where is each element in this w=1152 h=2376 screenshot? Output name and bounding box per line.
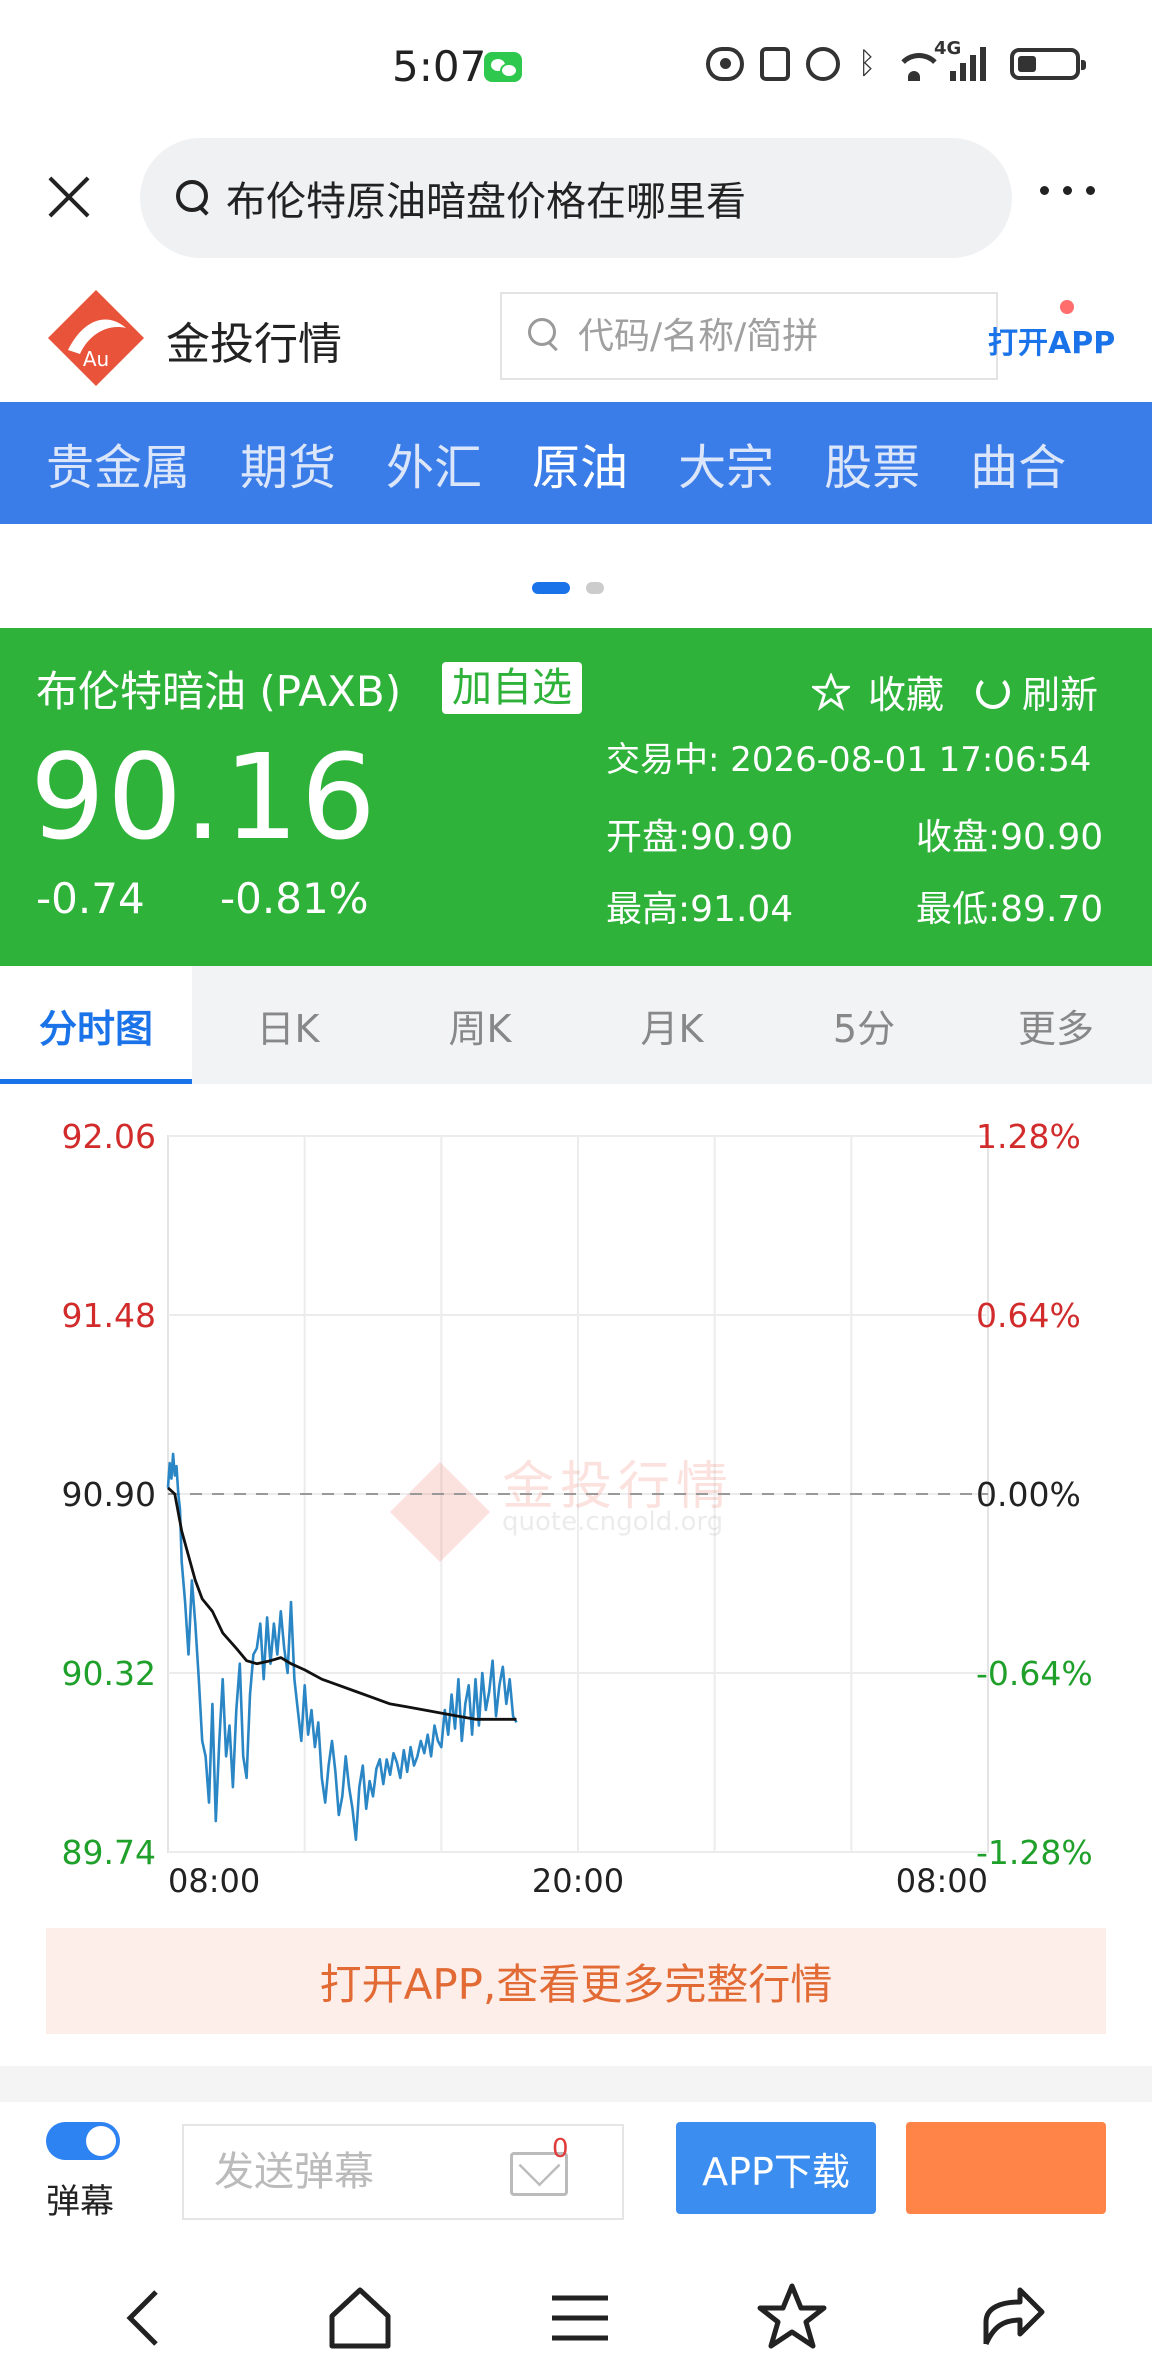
site-search-box[interactable] xyxy=(500,292,998,380)
logo-mark: Au xyxy=(83,347,109,371)
add-watchlist-button[interactable]: 加自选 xyxy=(442,662,582,714)
search-icon xyxy=(528,318,564,354)
trading-status: 交易中: 2026-08-01 17:06:54 xyxy=(606,740,1092,780)
y-tick-right: -0.64% xyxy=(976,1654,1093,1693)
collect-label: 收藏 xyxy=(868,673,945,717)
site-logo[interactable]: Au xyxy=(46,288,146,388)
price-change-percent: -0.81% xyxy=(220,874,369,923)
quote-panel: 布伦特暗油 (PAXB) 加自选 收藏 刷新 90.16 -0.74 -0.81… xyxy=(0,628,1152,966)
menu-icon[interactable] xyxy=(540,2278,620,2358)
open-app-banner[interactable]: 打开APP,查看更多完整行情 xyxy=(46,1928,1106,2034)
battery-icon xyxy=(1010,48,1086,80)
y-tick-right: 1.28% xyxy=(976,1117,1081,1156)
nav-item-commodities[interactable]: 大宗 xyxy=(678,428,774,498)
danmu-input-box[interactable]: 0 xyxy=(182,2124,624,2220)
nav-item-futures[interactable]: 期货 xyxy=(240,428,336,498)
tab-more[interactable]: 更多 xyxy=(960,966,1152,1084)
back-icon[interactable] xyxy=(104,2278,184,2358)
low-price: 最低:89.70 xyxy=(916,889,1104,930)
app-download-button[interactable]: APP下载 xyxy=(676,2122,876,2214)
last-price: 90.16 xyxy=(30,728,378,866)
carousel-dot-active[interactable] xyxy=(532,582,570,594)
wifi-icon xyxy=(894,47,944,81)
chart-svg: 金投行情 quote.cngold.org 92.06 91.48 90.90 90.… xyxy=(62,1117,1093,1900)
watermark-url: quote.cngold.org xyxy=(502,1507,723,1537)
status-icons: ᛒ 4G xyxy=(706,38,1086,84)
nav-item-more[interactable]: 曲合 xyxy=(970,428,1066,498)
high-price: 最高:91.04 xyxy=(606,889,794,930)
more-menu-button[interactable] xyxy=(1040,186,1110,206)
tab-5min[interactable]: 5分 xyxy=(768,966,960,1084)
address-bar[interactable]: 布伦特原油暗盘价格在哪里看 xyxy=(140,138,1012,258)
tab-daily-k[interactable]: 日K xyxy=(192,966,384,1084)
tab-weekly-k[interactable]: 周K xyxy=(384,966,576,1084)
y-tick-left: 90.32 xyxy=(62,1654,156,1693)
open-price: 开盘:90.90 xyxy=(606,817,794,858)
carousel-dot[interactable] xyxy=(586,582,604,594)
y-tick-left: 91.48 xyxy=(62,1296,156,1335)
category-nav: 贵金属 期货 外汇 原油 大宗 股票 曲合 xyxy=(0,402,1152,524)
notification-dot xyxy=(1060,300,1074,314)
y-tick-left: 90.90 xyxy=(62,1475,156,1514)
site-name: 金投行情 xyxy=(166,319,342,370)
instrument-name: 布伦特暗油 (PAXB) xyxy=(36,667,402,716)
home-icon[interactable] xyxy=(320,2278,400,2358)
star-icon xyxy=(812,672,850,711)
close-price: 收盘:90.90 xyxy=(916,817,1104,858)
address-bar-text: 布伦特原油暗盘价格在哪里看 xyxy=(226,179,746,225)
nav-item-crude-oil[interactable]: 原油 xyxy=(532,428,628,498)
eye-icon xyxy=(706,47,744,81)
share-icon[interactable] xyxy=(972,2278,1052,2358)
network-type: 4G xyxy=(934,38,962,59)
status-time: 5:07 xyxy=(392,42,487,91)
dot-icon xyxy=(1063,186,1072,195)
nav-item-forex[interactable]: 外汇 xyxy=(386,428,482,498)
browser-bar: 布伦特原油暗盘价格在哪里看 xyxy=(0,130,1152,265)
price-change: -0.74 xyxy=(36,874,145,923)
chart-tabs: 分时图 日K 周K 月K 5分 更多 xyxy=(0,966,1152,1084)
refresh-icon xyxy=(976,674,1010,709)
x-tick: 20:00 xyxy=(532,1862,624,1900)
status-bar: 5:07 ᛒ 4G xyxy=(0,0,1152,130)
orange-action-button[interactable] xyxy=(906,2122,1106,2214)
close-icon[interactable] xyxy=(44,172,94,222)
dot-icon xyxy=(1086,186,1095,195)
danmu-toggle[interactable] xyxy=(46,2122,120,2160)
site-search-input[interactable] xyxy=(578,315,958,357)
danmu-label: 弹幕 xyxy=(46,2182,114,2222)
system-navigation-bar xyxy=(0,2258,1152,2376)
bluetooth-icon: ᛒ xyxy=(858,46,876,81)
bottom-toolbar: 弹幕 0 APP下载 xyxy=(0,2102,1152,2258)
carousel-indicator xyxy=(532,582,604,594)
y-tick-left: 89.74 xyxy=(62,1833,156,1872)
open-app-link[interactable]: 打开APP xyxy=(988,318,1115,362)
logo-diamond xyxy=(48,290,144,386)
bookmark-star-icon[interactable] xyxy=(752,2278,832,2358)
chart-watermark: 金投行情 quote.cngold.org xyxy=(390,1457,728,1562)
alarm-icon xyxy=(806,47,840,81)
tab-monthly-k[interactable]: 月K xyxy=(576,966,768,1084)
watermark-logo xyxy=(390,1462,490,1562)
section-divider xyxy=(0,2066,1152,2102)
nfc-icon xyxy=(760,47,790,81)
dot-icon xyxy=(1040,186,1049,195)
tab-intraday[interactable]: 分时图 xyxy=(0,966,192,1084)
search-icon xyxy=(176,180,212,216)
y-tick-right: 0.00% xyxy=(976,1475,1081,1514)
nav-item-precious-metals[interactable]: 贵金属 xyxy=(46,428,190,498)
y-tick-right: -1.28% xyxy=(976,1833,1093,1872)
collect-button[interactable]: 收藏 xyxy=(812,664,944,719)
x-tick: 08:00 xyxy=(896,1862,988,1900)
y-tick-right: 0.64% xyxy=(976,1296,1081,1335)
x-tick: 08:00 xyxy=(168,1862,260,1900)
intraday-chart[interactable]: 金投行情 quote.cngold.org 92.06 91.48 90.90 90.… xyxy=(0,1084,1152,1944)
y-tick-left: 92.06 xyxy=(62,1117,156,1156)
danmu-input[interactable] xyxy=(214,2149,494,2195)
wechat-notification-icon xyxy=(484,52,522,82)
refresh-button[interactable]: 刷新 xyxy=(976,664,1098,719)
message-count: 0 xyxy=(552,2134,569,2164)
refresh-label: 刷新 xyxy=(1022,673,1099,717)
site-header: Au 金投行情 打开APP xyxy=(0,270,1152,402)
nav-item-stocks[interactable]: 股票 xyxy=(824,428,920,498)
